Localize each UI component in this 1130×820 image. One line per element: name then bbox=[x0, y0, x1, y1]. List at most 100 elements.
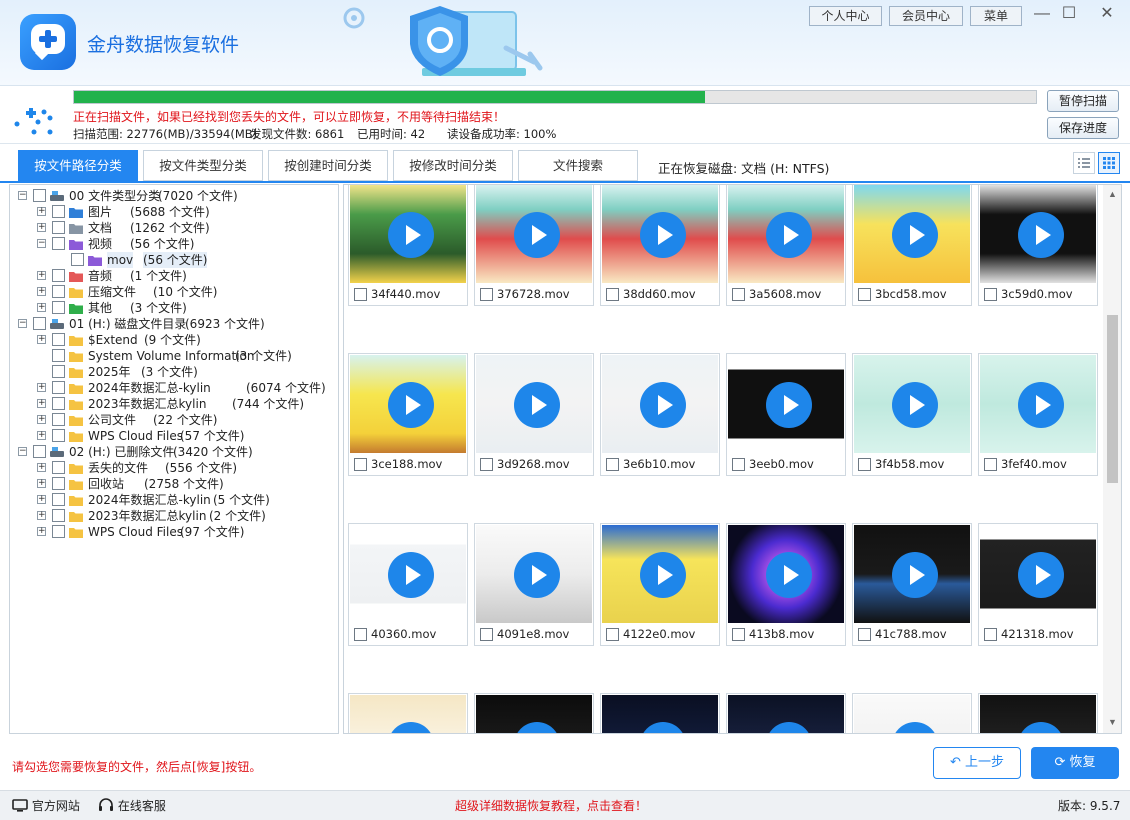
tree-checkbox[interactable] bbox=[52, 285, 65, 298]
tree-checkbox[interactable] bbox=[52, 525, 65, 538]
tree-checkbox[interactable] bbox=[33, 189, 46, 202]
tree-checkbox[interactable] bbox=[52, 365, 65, 378]
video-thumbnail[interactable] bbox=[728, 185, 844, 283]
expand-toggle[interactable]: + bbox=[37, 511, 46, 520]
file-checkbox[interactable] bbox=[354, 628, 367, 641]
expand-toggle[interactable]: + bbox=[37, 431, 46, 440]
file-card[interactable]: 3d9268.mov bbox=[474, 353, 594, 476]
tree-checkbox[interactable] bbox=[52, 237, 65, 250]
tree-item[interactable]: + 丢失的文件 (556 个文件) bbox=[10, 460, 338, 476]
play-icon[interactable] bbox=[766, 212, 812, 258]
play-icon[interactable] bbox=[892, 382, 938, 428]
play-icon[interactable] bbox=[1018, 552, 1064, 598]
close-button[interactable]: ✕ bbox=[1097, 4, 1117, 24]
tree-checkbox[interactable] bbox=[52, 493, 65, 506]
video-thumbnail[interactable] bbox=[350, 355, 466, 453]
pause-scan-button[interactable]: 暂停扫描 bbox=[1047, 90, 1119, 112]
tree-item[interactable]: + 其他 (3 个文件) bbox=[10, 300, 338, 316]
minimize-button[interactable]: — bbox=[1032, 4, 1052, 24]
play-icon[interactable] bbox=[388, 722, 434, 733]
video-thumbnail[interactable] bbox=[728, 695, 844, 733]
file-card[interactable]: 421318.mov bbox=[978, 523, 1098, 646]
tree-checkbox[interactable] bbox=[33, 445, 46, 458]
play-icon[interactable] bbox=[892, 212, 938, 258]
file-checkbox[interactable] bbox=[606, 288, 619, 301]
expand-toggle[interactable]: + bbox=[37, 399, 46, 408]
tree-checkbox[interactable] bbox=[52, 349, 65, 362]
play-icon[interactable] bbox=[640, 552, 686, 598]
file-card[interactable]: 3fef40.mov bbox=[978, 353, 1098, 476]
video-thumbnail[interactable] bbox=[476, 185, 592, 283]
video-thumbnail[interactable] bbox=[602, 355, 718, 453]
expand-toggle[interactable]: + bbox=[37, 271, 46, 280]
video-thumbnail[interactable] bbox=[350, 185, 466, 283]
tree-item[interactable]: + $Extend (9 个文件) bbox=[10, 332, 338, 348]
tree-checkbox[interactable] bbox=[52, 509, 65, 522]
expand-toggle[interactable]: + bbox=[37, 303, 46, 312]
file-checkbox[interactable] bbox=[480, 628, 493, 641]
play-icon[interactable] bbox=[766, 552, 812, 598]
tab-by-path[interactable]: 按文件路径分类 bbox=[18, 150, 138, 181]
tree-item[interactable]: 2025年 (3 个文件) bbox=[10, 364, 338, 380]
file-checkbox[interactable] bbox=[732, 288, 745, 301]
tree-checkbox[interactable] bbox=[52, 205, 65, 218]
file-checkbox[interactable] bbox=[732, 458, 745, 471]
play-icon[interactable] bbox=[514, 212, 560, 258]
video-thumbnail[interactable] bbox=[728, 355, 844, 453]
vertical-scrollbar[interactable]: ▲ ▼ bbox=[1103, 185, 1121, 733]
video-thumbnail[interactable] bbox=[602, 185, 718, 283]
play-icon[interactable] bbox=[514, 722, 560, 733]
video-thumbnail[interactable] bbox=[980, 185, 1096, 283]
tree-checkbox[interactable] bbox=[52, 461, 65, 474]
tree-item[interactable]: + 回收站 (2758 个文件) bbox=[10, 476, 338, 492]
tab-by-modified-time[interactable]: 按修改时间分类 bbox=[393, 150, 513, 181]
video-thumbnail[interactable] bbox=[980, 695, 1096, 733]
previous-step-button[interactable]: ↶ 上一步 bbox=[933, 747, 1021, 779]
folder-tree[interactable]: − 00 文件类型分类 (7020 个文件) + 图片 (5688 个文件) + 文档 (126… bbox=[9, 184, 339, 734]
tree-item[interactable]: +2023年数据汇总kylin (744 个文件) bbox=[10, 396, 338, 412]
tree-checkbox[interactable] bbox=[52, 397, 65, 410]
play-icon[interactable] bbox=[1018, 212, 1064, 258]
tab-file-search[interactable]: 文件搜索 bbox=[518, 150, 638, 181]
video-thumbnail[interactable] bbox=[980, 355, 1096, 453]
recover-button[interactable]: ⟳ 恢复 bbox=[1031, 747, 1119, 779]
personal-center-button[interactable]: 个人中心 bbox=[809, 6, 882, 26]
file-card[interactable]: 40360.mov bbox=[348, 523, 468, 646]
video-thumbnail[interactable] bbox=[854, 355, 970, 453]
file-checkbox[interactable] bbox=[858, 458, 871, 471]
video-thumbnail[interactable] bbox=[728, 525, 844, 623]
file-card[interactable]: 413b8.mov bbox=[726, 523, 846, 646]
expand-toggle[interactable]: + bbox=[37, 495, 46, 504]
tree-item[interactable]: − 视频 (56 个文件) bbox=[10, 236, 338, 252]
scrollbar-thumb[interactable] bbox=[1107, 315, 1118, 483]
tree-checkbox[interactable] bbox=[33, 317, 46, 330]
video-thumbnail[interactable] bbox=[602, 695, 718, 733]
file-checkbox[interactable] bbox=[480, 458, 493, 471]
play-icon[interactable] bbox=[640, 382, 686, 428]
thumbnail-view-icon[interactable] bbox=[1098, 152, 1120, 174]
file-card[interactable]: 41c788.mov bbox=[852, 523, 972, 646]
play-icon[interactable] bbox=[892, 552, 938, 598]
file-checkbox[interactable] bbox=[354, 458, 367, 471]
expand-toggle[interactable]: + bbox=[37, 527, 46, 536]
file-checkbox[interactable] bbox=[354, 288, 367, 301]
tree-item[interactable]: + WPS Cloud Files (57 个文件) bbox=[10, 428, 338, 444]
file-card[interactable] bbox=[474, 693, 594, 733]
website-link[interactable]: 官方网站 bbox=[12, 797, 80, 814]
video-thumbnail[interactable] bbox=[980, 525, 1096, 623]
play-icon[interactable] bbox=[892, 722, 938, 733]
play-icon[interactable] bbox=[514, 382, 560, 428]
expand-toggle[interactable]: + bbox=[37, 287, 46, 296]
play-icon[interactable] bbox=[388, 382, 434, 428]
expand-toggle[interactable]: + bbox=[37, 383, 46, 392]
tree-item[interactable]: + WPS Cloud Files (97 个文件) bbox=[10, 524, 338, 540]
tree-checkbox[interactable] bbox=[52, 221, 65, 234]
file-card[interactable]: 3c59d0.mov bbox=[978, 185, 1098, 306]
file-card[interactable] bbox=[978, 693, 1098, 733]
file-checkbox[interactable] bbox=[984, 628, 997, 641]
tab-by-created-time[interactable]: 按创建时间分类 bbox=[268, 150, 388, 181]
play-icon[interactable] bbox=[388, 212, 434, 258]
video-thumbnail[interactable] bbox=[854, 185, 970, 283]
tree-item[interactable]: +2024年数据汇总-kylin (6074 个文件) bbox=[10, 380, 338, 396]
file-card[interactable] bbox=[852, 693, 972, 733]
